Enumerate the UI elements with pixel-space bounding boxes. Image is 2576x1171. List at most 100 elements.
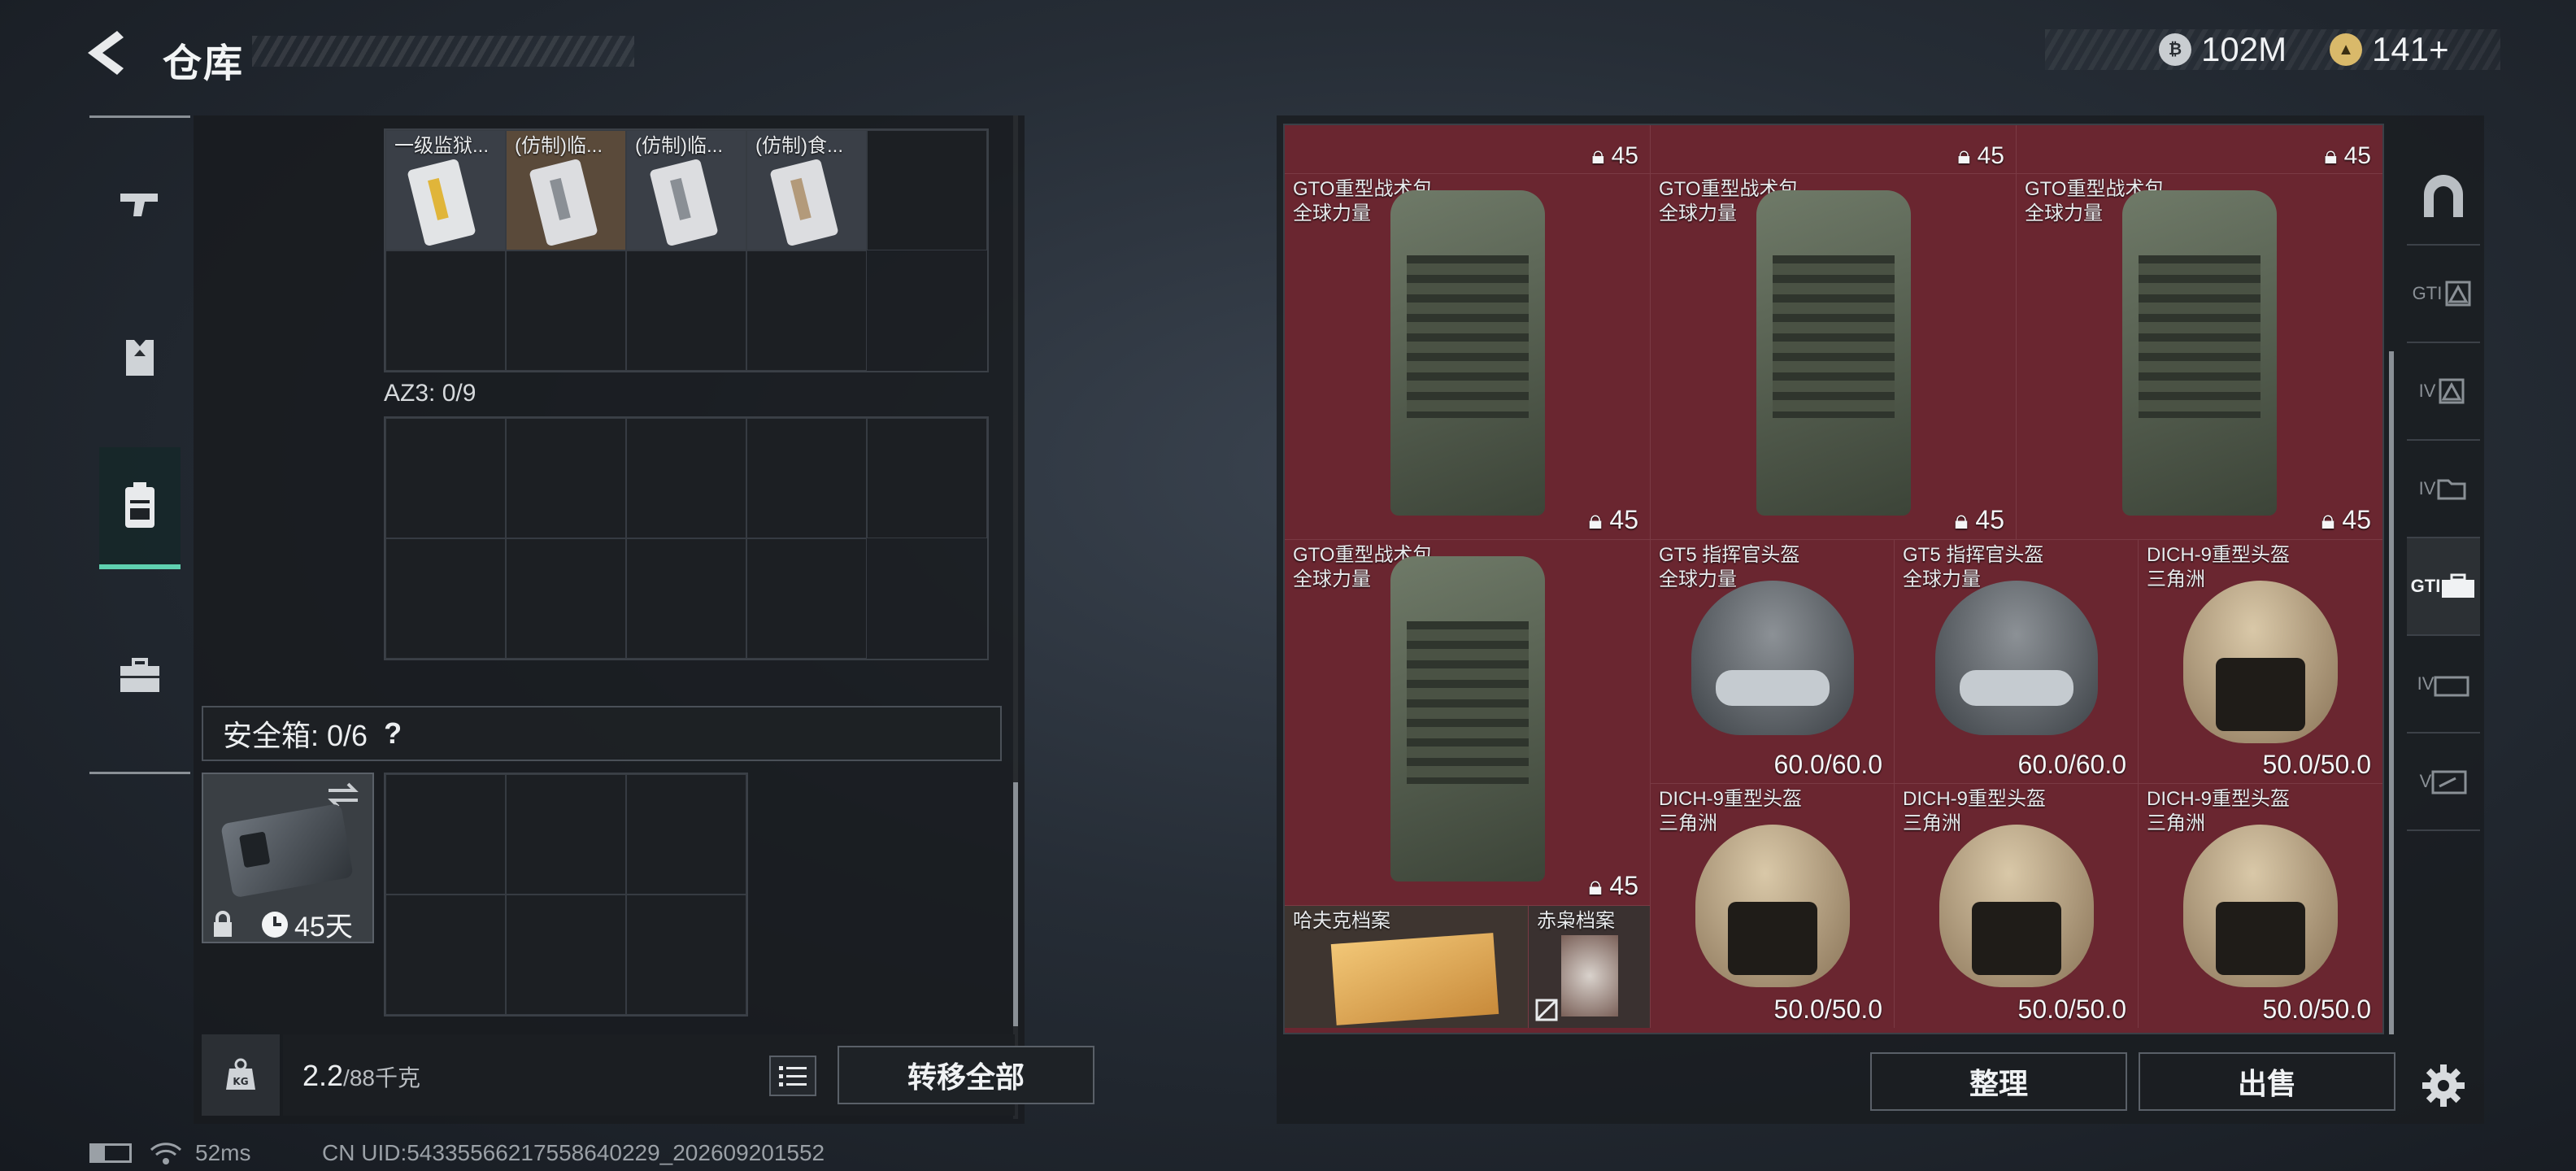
- weight-icon-box: KG: [202, 1034, 280, 1116]
- stash-scrollbar[interactable]: [2389, 351, 2394, 1034]
- tab-armor[interactable]: [99, 297, 181, 419]
- archway-icon: [2424, 175, 2463, 217]
- backpack-slot[interactable]: [746, 538, 867, 659]
- back-button[interactable]: [81, 28, 138, 78]
- tab-label: V: [2419, 771, 2432, 791]
- tab-category-4[interactable]: GTI: [2407, 538, 2480, 636]
- az3-capacity-label: AZ3: 0/9: [384, 380, 476, 407]
- stash-helmet-4[interactable]: DICH-9重型头盔 三角洲 50.0/50.0: [1651, 784, 1895, 1028]
- backpack-slot[interactable]: [867, 418, 987, 538]
- stash-backpack-4[interactable]: GTO重型战术包 全球力量 🔒︎ 45: [1285, 540, 1651, 906]
- backpack-slot[interactable]: [506, 418, 626, 538]
- safebox-slot[interactable]: [626, 774, 746, 895]
- safebox-grid: [384, 773, 748, 1016]
- item-durability: 50.0/50.0: [2017, 995, 2126, 1024]
- list-view-button[interactable]: [769, 1056, 816, 1096]
- key-card-icon: [2431, 770, 2467, 794]
- inventory-scrollbar[interactable]: [1013, 115, 1018, 1119]
- stash-helmet-5[interactable]: DICH-9重型头盔 三角洲 50.0/50.0: [1895, 784, 2139, 1028]
- rig-slot[interactable]: [626, 250, 746, 371]
- heavy-helmet-image: [1695, 825, 1850, 987]
- tab-backpack[interactable]: [99, 447, 181, 569]
- stash-item-partial[interactable]: 🔒︎ 45: [1651, 125, 2017, 174]
- stash-helmet-2[interactable]: GT5 指挥官头盔 全球力量 60.0/60.0: [1895, 540, 2139, 784]
- safebox-slot[interactable]: [506, 774, 626, 895]
- dossier-image: [1561, 935, 1618, 1016]
- tactical-backpack-image: [1756, 190, 1911, 516]
- tab-all[interactable]: [2407, 148, 2480, 246]
- stash-item-partial[interactable]: 🔒︎ 45: [2017, 125, 2382, 174]
- safebox-slot[interactable]: [385, 774, 506, 895]
- stash-item-partial[interactable]: 🔒︎ 45: [1285, 125, 1651, 174]
- premium-currency-icon: ▲: [2330, 33, 2362, 66]
- backpack-slot[interactable]: [385, 418, 506, 538]
- back-arrow-icon: [88, 31, 124, 75]
- list-icon: [779, 1066, 807, 1086]
- rig-slot[interactable]: [746, 250, 867, 371]
- item-durability: 50.0/50.0: [2262, 995, 2371, 1024]
- armor-vest-icon: [126, 340, 154, 376]
- backpack-slot[interactable]: [626, 538, 746, 659]
- item-count: 🔒︎ 45: [1588, 505, 1638, 534]
- rig-slot[interactable]: [867, 130, 987, 250]
- item-count: 🔒︎ 45: [1591, 142, 1638, 169]
- armor-icon: [2439, 378, 2465, 404]
- coin-amount: 102M: [2201, 30, 2287, 68]
- tab-category-5[interactable]: IV: [2407, 636, 2480, 734]
- backpack-slot[interactable]: [746, 418, 867, 538]
- sort-button[interactable]: 整理: [1870, 1052, 2127, 1111]
- commander-helmet-image: [1935, 581, 2098, 735]
- stash-backpack-3[interactable]: GTO重型战术包 全球力量 🔒︎ 45: [2017, 174, 2382, 540]
- rig-item-2[interactable]: (仿制)临...: [506, 130, 626, 250]
- safebox-slot[interactable]: [626, 895, 746, 1015]
- sell-button[interactable]: 出售: [2139, 1052, 2395, 1111]
- safebox-slot[interactable]: [385, 895, 506, 1015]
- safebox-capacity-label: 安全箱: 0/6: [223, 719, 368, 752]
- safebox-item-card[interactable]: 45天: [202, 773, 374, 943]
- stash-file-haavk[interactable]: 哈夫克档案: [1285, 906, 1529, 1028]
- rig-item-4[interactable]: (仿制)食...: [746, 130, 867, 250]
- weight-current: 2.2: [302, 1059, 344, 1092]
- tab-weapons[interactable]: [99, 142, 181, 264]
- tab-category-1[interactable]: GTI: [2407, 246, 2480, 343]
- stash-backpack-1[interactable]: GTO重型战术包 全球力量 🔒︎ 45: [1285, 174, 1651, 540]
- safebox-slot[interactable]: [506, 895, 626, 1015]
- rig-slot[interactable]: [506, 250, 626, 371]
- transfer-all-button[interactable]: 转移全部: [838, 1046, 1094, 1104]
- item-count: 🔒︎ 45: [1957, 142, 2004, 169]
- safebox-duration: 45天: [260, 904, 353, 944]
- stash-file-chixiao[interactable]: 赤枭档案: [1529, 906, 1651, 1028]
- keycard-image: [769, 158, 839, 247]
- stash-backpack-2[interactable]: GTO重型战术包 全球力量 🔒︎ 45: [1651, 174, 2017, 540]
- ping-text: 52ms: [195, 1140, 251, 1165]
- tab-safebox[interactable]: [99, 614, 181, 736]
- rig-slot[interactable]: [385, 250, 506, 371]
- settings-button[interactable]: [2415, 1057, 2472, 1114]
- backpack-slot[interactable]: [506, 538, 626, 659]
- coin-balance[interactable]: ₿ 102M: [2159, 29, 2287, 70]
- tab-label: GTI: [2410, 576, 2441, 596]
- backpack-slot[interactable]: [626, 418, 746, 538]
- tab-category-6[interactable]: V: [2407, 734, 2480, 831]
- safebox-image: [220, 803, 354, 899]
- backpack-slot[interactable]: [385, 538, 506, 659]
- svg-text:KG: KG: [233, 1076, 248, 1087]
- scrollbar-thumb[interactable]: [1013, 782, 1018, 1026]
- pistol-icon: [120, 194, 158, 216]
- gear-icon: [2422, 1064, 2465, 1107]
- safebox-header: 安全箱: 0/6 ?: [202, 706, 1002, 761]
- rig-item-1[interactable]: 一级监狱...: [385, 130, 506, 250]
- tab-category-3[interactable]: IV: [2407, 441, 2480, 538]
- help-icon[interactable]: ?: [384, 716, 402, 751]
- stash-helmet-1[interactable]: GT5 指挥官头盔 全球力量 60.0/60.0: [1651, 540, 1895, 784]
- rig-item-3[interactable]: (仿制)临...: [626, 130, 746, 250]
- stash-helmet-6[interactable]: DICH-9重型头盔 三角洲 50.0/50.0: [2139, 784, 2382, 1028]
- stash-helmet-3[interactable]: DICH-9重型头盔 三角洲 50.0/50.0: [2139, 540, 2382, 784]
- premium-amount: 141+: [2372, 30, 2449, 68]
- weight-readout: 2.2/88千克 转移全部: [283, 1034, 1094, 1116]
- stash-grid: 🔒︎ 45 🔒︎ 45 🔒︎ 45 GTO重型战术包 全球力量 🔒︎ 45 GTO…: [1283, 124, 2384, 1034]
- tab-category-2[interactable]: IV: [2407, 343, 2480, 441]
- premium-balance[interactable]: ▲ 141+: [2330, 29, 2449, 70]
- tactical-backpack-image: [1390, 556, 1545, 882]
- briefcase-icon: [120, 658, 159, 692]
